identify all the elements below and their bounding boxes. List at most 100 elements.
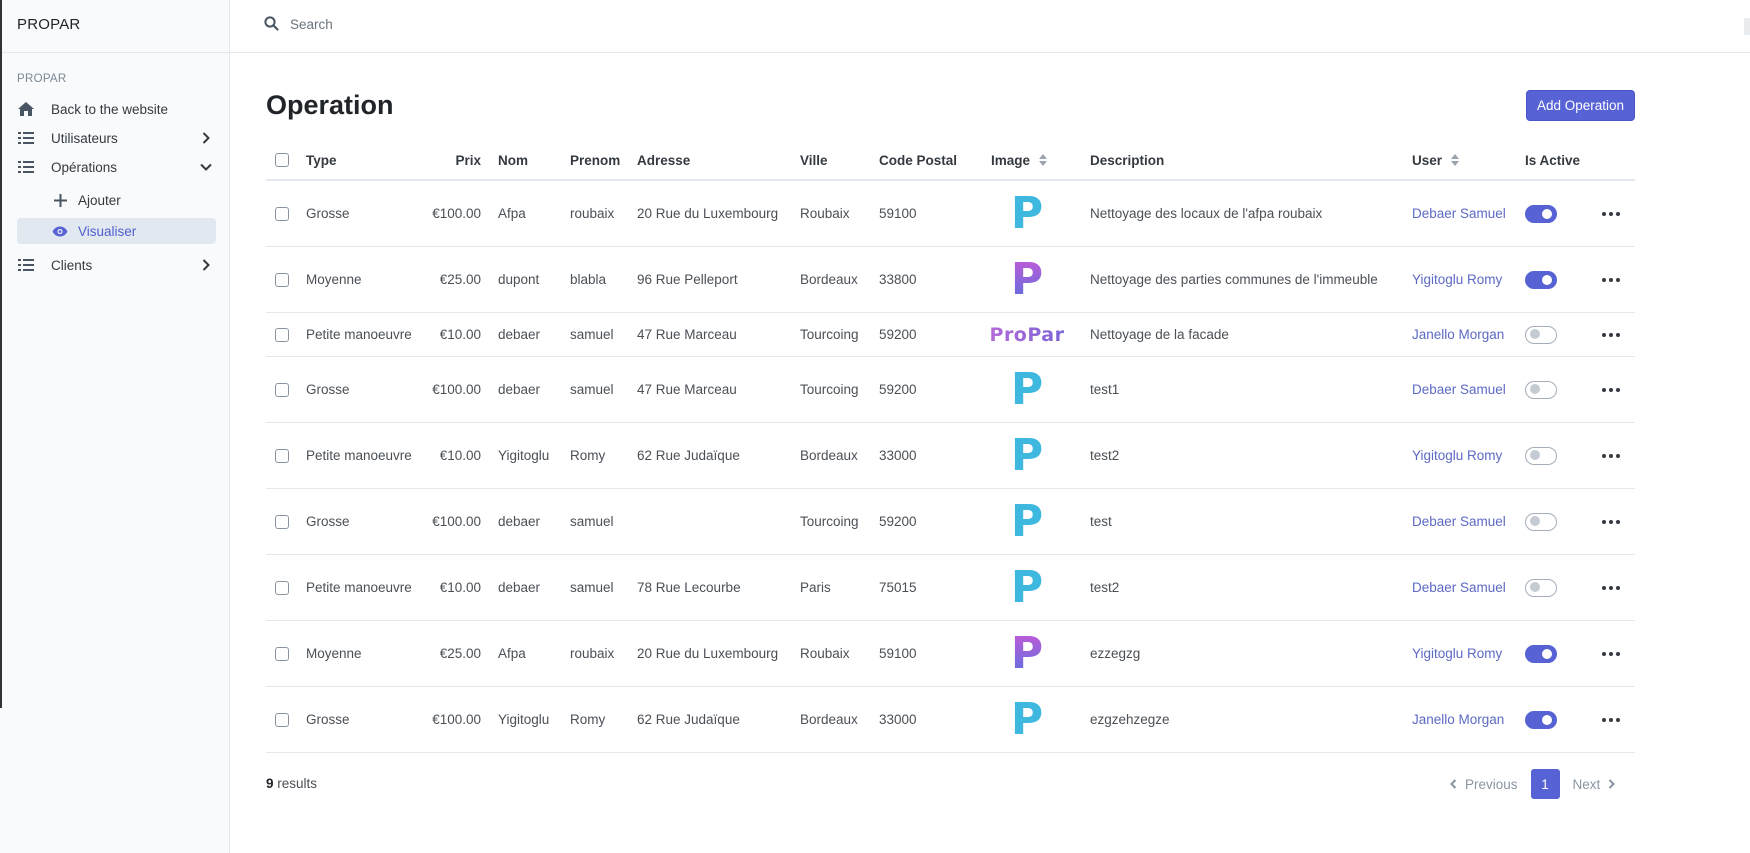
column-header-user[interactable]: User [1412,141,1460,179]
row-checkbox[interactable] [275,514,289,529]
is-active-toggle[interactable] [1525,325,1557,344]
is-active-toggle[interactable] [1525,578,1557,597]
sidebar-item-back-to-website[interactable]: Back to the website [17,96,217,122]
sidebar-subitem-visualiser[interactable]: Visualiser [17,218,216,244]
cell-description: test2 [1090,448,1120,463]
is-active-toggle[interactable] [1525,380,1557,399]
sort-icon[interactable] [1451,154,1460,166]
cell-actions [1602,687,1620,752]
results-count: 9 results [266,776,317,791]
toggle-knob [1542,208,1552,219]
sidebar-subitem-label: Ajouter [78,192,121,208]
column-header-ville[interactable]: Ville [800,141,828,179]
cell-user-link[interactable]: Yigitoglu Romy [1412,247,1502,312]
column-header-is-active[interactable]: Is Active [1525,141,1580,179]
sidebar-item-utilisateurs[interactable]: Utilisateurs [17,125,217,151]
row-checkbox[interactable] [275,646,289,661]
row-checkbox[interactable] [275,712,289,727]
row-checkbox[interactable] [275,327,289,342]
table-row[interactable]: Grosse €100.00 debaer samuel 47 Rue Marceau T… [266,357,1635,423]
cell-ville: Bordeaux [800,272,858,287]
is-active-toggle[interactable] [1525,644,1557,663]
operations-table: Type Prix Nom Prenom Adresse Ville Code … [266,141,1635,753]
cell-code-postal: 33000 [879,448,917,463]
row-checkbox[interactable] [275,448,289,463]
cell-user-link[interactable]: Debaer Samuel [1412,555,1506,620]
more-actions-icon[interactable] [1602,387,1620,392]
row-checkbox[interactable] [275,206,289,221]
next-page-button[interactable]: Next [1573,777,1616,792]
pagination: Previous 1 Next [1450,769,1616,799]
more-actions-icon[interactable] [1602,519,1620,524]
cell-code-postal: 33000 [879,712,917,727]
cell-user-link[interactable]: Yigitoglu Romy [1412,621,1502,686]
page-number-button[interactable]: 1 [1530,769,1560,799]
is-active-toggle[interactable] [1525,512,1557,531]
cell-user-link[interactable]: Yigitoglu Romy [1412,423,1502,488]
cell-ville: Tourcoing [800,382,859,397]
sidebar-subitem-ajouter[interactable]: Ajouter [17,187,216,213]
table-row[interactable]: Moyenne €25.00 Afpa roubaix 20 Rue du Luxemb… [266,621,1635,687]
row-select-cell [275,247,289,312]
cell-prix: €10.00 [439,327,481,342]
more-actions-icon[interactable] [1602,585,1620,590]
cell-adresse: 96 Rue Pelleport [637,272,738,287]
eye-icon [52,223,68,239]
column-header-prenom[interactable]: Prenom [570,141,620,179]
table-row[interactable]: Petite manoeuvre €10.00 Yigitoglu Romy 62 Ru… [266,423,1635,489]
previous-page-button[interactable]: Previous [1450,777,1518,792]
column-header-prix[interactable]: Prix [406,141,481,179]
table-row[interactable]: Petite manoeuvre €10.00 debaer samuel 47 Rue… [266,313,1635,357]
row-checkbox[interactable] [275,382,289,397]
cell-user-link[interactable]: Janello Morgan [1412,687,1504,752]
is-active-toggle[interactable] [1525,270,1557,289]
list-icon [17,158,35,176]
table-row[interactable]: Moyenne €25.00 dupont blabla 96 Rue Pellepor… [266,247,1635,313]
add-operation-button[interactable]: Add Operation [1526,90,1635,121]
search-input[interactable] [290,12,690,36]
sidebar-item-clients[interactable]: Clients [17,252,217,278]
cell-type: Grosse [306,712,350,727]
column-header-description[interactable]: Description [1090,141,1164,179]
brand-logo[interactable]: PROPAR [17,16,80,33]
more-actions-icon[interactable] [1602,651,1620,656]
sort-icon[interactable] [1039,154,1048,166]
column-header-adresse[interactable]: Adresse [637,141,690,179]
cell-user-link[interactable]: Debaer Samuel [1412,357,1506,422]
chevron-right-icon [199,258,213,272]
more-actions-icon[interactable] [1602,277,1620,282]
cell-user-link[interactable]: Debaer Samuel [1412,181,1506,246]
column-header-type[interactable]: Type [306,141,337,179]
table-row[interactable]: Grosse €100.00 debaer samuel Tourcoing 59200 t… [266,489,1635,555]
cell-user-link[interactable]: Debaer Samuel [1412,489,1506,554]
is-active-toggle[interactable] [1525,710,1557,729]
row-checkbox[interactable] [275,580,289,595]
cell-code-postal: 59200 [879,514,917,529]
table-row[interactable]: Grosse €100.00 Afpa roubaix 20 Rue du Luxemb… [266,181,1635,247]
more-actions-icon[interactable] [1602,717,1620,722]
more-actions-icon[interactable] [1602,211,1620,216]
chevron-down-icon [199,160,213,174]
cell-prenom: Romy [570,712,606,727]
table-row[interactable]: Grosse €100.00 Yigitoglu Romy 62 Rue Judaïqu… [266,687,1635,753]
cell-adresse: 20 Rue du Luxembourg [637,206,779,221]
cell-nom: debaer [498,327,541,342]
results-number: 9 [266,776,274,791]
table-row[interactable]: Petite manoeuvre €10.00 debaer samuel 78 Rue… [266,555,1635,621]
more-actions-icon[interactable] [1602,332,1620,337]
row-select-cell [275,489,289,554]
more-actions-icon[interactable] [1602,453,1620,458]
row-select-cell [275,423,289,488]
cell-nom: debaer [498,580,541,595]
select-all-checkbox[interactable] [275,153,289,167]
sidebar-item-operations[interactable]: Opérations [17,154,217,180]
cell-image: P [981,247,1073,312]
cell-user-link[interactable]: Janello Morgan [1412,313,1504,356]
column-header-nom[interactable]: Nom [498,141,528,179]
is-active-toggle[interactable] [1525,204,1557,223]
sidebar-subitem-label: Visualiser [78,223,137,239]
row-checkbox[interactable] [275,272,289,287]
column-header-image[interactable]: Image [991,141,1048,179]
column-header-code-postal[interactable]: Code Postal [879,141,957,179]
is-active-toggle[interactable] [1525,446,1557,465]
